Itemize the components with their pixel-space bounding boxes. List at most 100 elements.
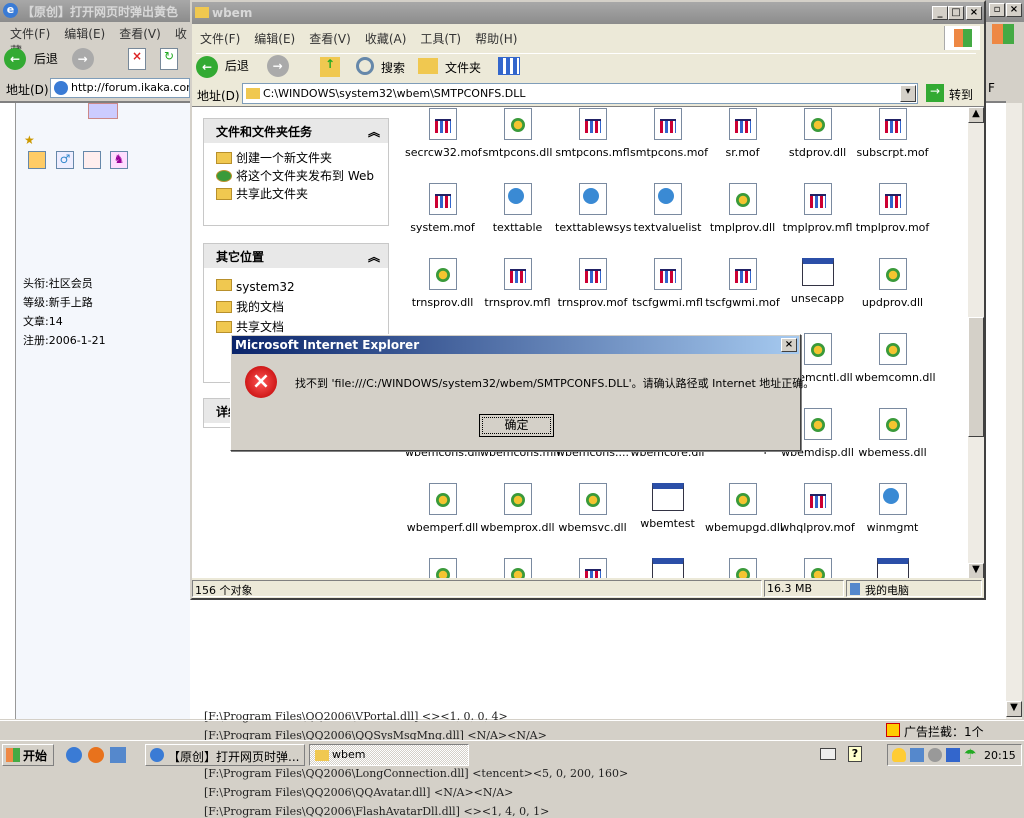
file-item[interactable] bbox=[405, 558, 480, 578]
views-icon[interactable] bbox=[498, 57, 520, 75]
security-icon[interactable] bbox=[928, 748, 942, 762]
menu-tools[interactable]: 工具(T) bbox=[420, 32, 461, 46]
scroll-down[interactable]: ▼ bbox=[968, 563, 984, 578]
ie-menu-file[interactable]: 文件(F) bbox=[10, 27, 50, 41]
ie-scroll-down[interactable]: ▼ bbox=[1006, 701, 1022, 717]
file-item[interactable]: wbemtest bbox=[630, 483, 705, 530]
minimize-button[interactable]: _ bbox=[932, 6, 948, 20]
file-item[interactable]: updprov.dll bbox=[855, 258, 930, 309]
maximize-button[interactable]: □ bbox=[948, 6, 964, 20]
explorer-address-input[interactable]: C:\WINDOWS\system32\wbem\SMTPCONFS.DLL ▾ bbox=[242, 83, 918, 104]
file-item[interactable]: sr.mof bbox=[705, 108, 780, 159]
file-item[interactable]: wbemprox.dll bbox=[480, 483, 555, 534]
file-item[interactable]: smtpcons.dll bbox=[480, 108, 555, 159]
ie-back-icon[interactable]: ← bbox=[4, 48, 26, 70]
file-item[interactable]: tmplprov.mfl bbox=[780, 183, 855, 234]
file-item[interactable] bbox=[705, 558, 780, 578]
ok-button[interactable]: 确定 bbox=[479, 414, 554, 437]
qq-icon[interactable] bbox=[892, 748, 906, 762]
search-button[interactable]: 搜索 bbox=[381, 59, 405, 76]
file-item[interactable] bbox=[630, 558, 705, 578]
place-system32[interactable]: system32 bbox=[204, 276, 388, 298]
ie-forward-icon[interactable]: → bbox=[71, 48, 94, 70]
menu-help[interactable]: 帮助(H) bbox=[475, 32, 517, 46]
menu-file[interactable]: 文件(F) bbox=[200, 32, 240, 46]
file-item[interactable] bbox=[855, 558, 930, 578]
task-publish-web[interactable]: 将这个文件夹发布到 Web bbox=[204, 167, 388, 185]
file-item[interactable]: trnsprov.dll bbox=[405, 258, 480, 309]
file-tasks-header[interactable]: 文件和文件夹任务 ︽ bbox=[204, 119, 388, 143]
folders-icon[interactable] bbox=[418, 58, 438, 74]
file-item[interactable]: wbemperf.dll bbox=[405, 483, 480, 534]
quicklaunch-ie-icon[interactable] bbox=[66, 747, 82, 763]
collapse-icon[interactable]: ︽ bbox=[368, 123, 380, 140]
back-button[interactable]: 后退 bbox=[225, 59, 249, 73]
forward-icon[interactable]: → bbox=[266, 55, 289, 77]
file-item[interactable]: winmgmt bbox=[855, 483, 930, 534]
file-item[interactable]: wbemess.dll bbox=[855, 408, 930, 459]
explorer-scrollbar[interactable]: ▲ ▼ bbox=[968, 107, 984, 578]
file-item[interactable]: system.mof bbox=[405, 183, 480, 234]
file-item[interactable]: stdprov.dll bbox=[780, 108, 855, 159]
file-item[interactable]: wbemupgd.dll bbox=[705, 483, 783, 534]
close-button[interactable]: × bbox=[966, 6, 982, 20]
other-places-header[interactable]: 其它位置 ︽ bbox=[204, 244, 388, 268]
ie-menu-edit[interactable]: 编辑(E) bbox=[64, 27, 105, 41]
back-icon[interactable]: ← bbox=[196, 56, 218, 78]
umbrella-icon[interactable]: ☂ bbox=[964, 747, 977, 763]
menu-view[interactable]: 查看(V) bbox=[309, 32, 351, 46]
file-item[interactable]: textvaluelist bbox=[630, 183, 705, 234]
file-item[interactable]: texttable bbox=[480, 183, 555, 234]
file-item[interactable]: whqlprov.mof bbox=[780, 483, 855, 534]
file-item[interactable]: tscfgwmi.mfl bbox=[630, 258, 705, 309]
ie-restore-button[interactable]: ▫ bbox=[989, 3, 1005, 17]
scroll-up[interactable]: ▲ bbox=[968, 107, 984, 123]
ie-refresh-icon[interactable]: ↻ bbox=[160, 48, 178, 70]
start-button[interactable]: 开始 bbox=[2, 744, 54, 766]
file-item[interactable]: wbemsvc.dll bbox=[555, 483, 630, 534]
task-new-folder[interactable]: 创建一个新文件夹 bbox=[204, 149, 388, 167]
go-icon[interactable]: → bbox=[926, 84, 944, 102]
place-my-documents[interactable]: 我的文档 bbox=[204, 298, 388, 318]
ie-scrollbar[interactable]: ▼ bbox=[1006, 103, 1022, 719]
help-icon[interactable]: ? bbox=[848, 746, 862, 762]
keyboard-icon[interactable] bbox=[820, 748, 836, 760]
ie-menu-view[interactable]: 查看(V) bbox=[119, 27, 161, 41]
file-item[interactable]: tmplprov.dll bbox=[705, 183, 780, 234]
task-wbem[interactable]: wbem bbox=[309, 744, 469, 766]
ie-close-button[interactable]: × bbox=[1006, 3, 1022, 17]
clock[interactable]: 20:15 bbox=[984, 749, 1016, 762]
file-item[interactable]: secrcw32.mof bbox=[405, 108, 482, 159]
popup-blocker-status[interactable]: 广告拦截：1个 bbox=[904, 723, 984, 740]
file-item[interactable]: tmplprov.mof bbox=[855, 183, 930, 234]
antivirus-icon[interactable] bbox=[946, 748, 960, 762]
ie-back-label[interactable]: 后退 bbox=[34, 52, 58, 66]
file-item[interactable]: trnsprov.mof bbox=[555, 258, 630, 309]
menu-edit[interactable]: 编辑(E) bbox=[254, 32, 295, 46]
dialog-close-button[interactable]: × bbox=[781, 338, 797, 352]
quicklaunch-desktop-icon[interactable] bbox=[110, 747, 126, 763]
file-item[interactable]: texttablewsys bbox=[555, 183, 632, 234]
file-item[interactable]: subscrpt.mof bbox=[855, 108, 930, 159]
file-item[interactable]: smtpcons.mfl bbox=[555, 108, 630, 159]
ie-address-input[interactable]: http://forum.ikaka.com/ bbox=[50, 78, 190, 98]
file-item[interactable]: trnsprov.mfl bbox=[480, 258, 555, 309]
file-item[interactable]: tscfgwmi.mof bbox=[705, 258, 780, 309]
file-item[interactable] bbox=[480, 558, 555, 578]
file-item[interactable]: wbemcomn.dll bbox=[855, 333, 936, 384]
search-icon[interactable] bbox=[356, 57, 374, 75]
collapse-icon[interactable]: ︽ bbox=[368, 248, 380, 265]
file-item[interactable]: smtpcons.mof bbox=[630, 108, 708, 159]
task-ie[interactable]: 【原创】打开网页时弹... bbox=[145, 744, 305, 766]
task-share-folder[interactable]: 共享此文件夹 bbox=[204, 185, 388, 203]
file-item[interactable] bbox=[555, 558, 630, 578]
address-dropdown[interactable]: ▾ bbox=[900, 85, 916, 102]
file-item[interactable]: unsecapp bbox=[780, 258, 855, 305]
quicklaunch-firefox-icon[interactable] bbox=[88, 747, 104, 763]
menu-favorites[interactable]: 收藏(A) bbox=[365, 32, 407, 46]
file-item[interactable] bbox=[780, 558, 855, 578]
network-icon[interactable] bbox=[910, 748, 924, 762]
ie-stop-icon[interactable]: × bbox=[128, 48, 146, 70]
up-folder-icon[interactable]: ↑ bbox=[320, 57, 340, 77]
go-button[interactable]: 转到 bbox=[949, 86, 973, 103]
